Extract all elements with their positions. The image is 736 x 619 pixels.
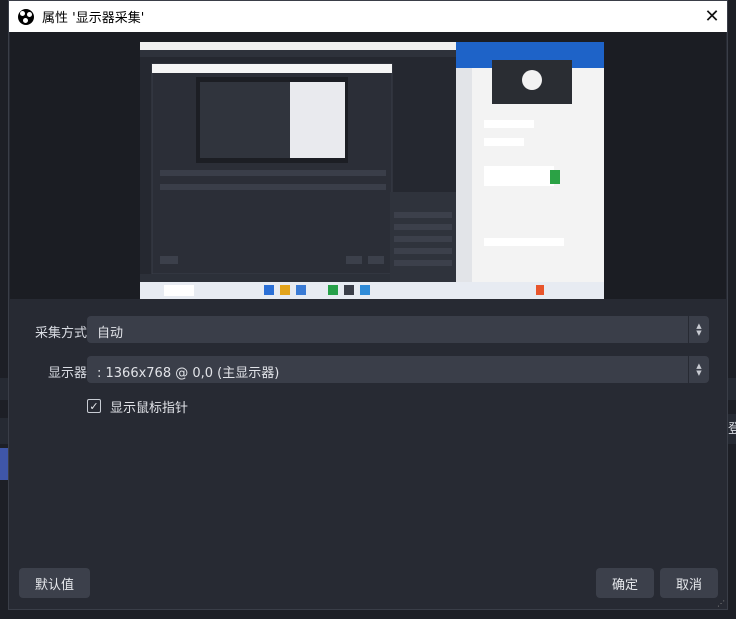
background-selected-item: [0, 448, 8, 480]
capture-method-row: 采集方式 自动 ▲ ▼: [9, 316, 727, 345]
checkmark-icon: ✓: [89, 399, 99, 413]
obs-icon: [18, 8, 34, 25]
show-cursor-row: ✓ 显示鼠标指针: [87, 396, 188, 416]
title-bar: 属性 '显示器采集' ✕: [9, 1, 727, 32]
background-edge-text: 登: [728, 422, 736, 437]
display-label: 显示器: [47, 366, 87, 381]
capture-method-value: 自动: [97, 326, 124, 341]
background-right-panel-1: [728, 378, 736, 400]
display-row: 显示器 : 1366x768 @ 0,0 (主显示器) ▲ ▼: [9, 356, 727, 385]
show-cursor-checkbox[interactable]: ✓: [87, 399, 101, 413]
chevron-updown-icon: ▲ ▼: [688, 316, 709, 343]
preview-area: [10, 32, 726, 299]
display-value: : 1366x768 @ 0,0 (主显示器): [97, 366, 280, 381]
display-select[interactable]: : 1366x768 @ 0,0 (主显示器) ▲ ▼: [87, 356, 709, 383]
defaults-button[interactable]: 默认值: [19, 568, 90, 598]
show-cursor-label[interactable]: 显示鼠标指针: [110, 397, 188, 416]
properties-dialog: 属性 '显示器采集' ✕ 采集方式 自动 ▲ ▼ 显示器: 1366x768 …: [8, 0, 728, 610]
ok-button[interactable]: 确定: [596, 568, 654, 598]
resize-grip-icon[interactable]: ⋰: [717, 599, 725, 608]
background-panel-row-2: [0, 418, 8, 444]
screen-preview: [140, 42, 604, 299]
dialog-title: 属性 '显示器采集': [42, 11, 145, 26]
close-button[interactable]: ✕: [697, 1, 727, 32]
chevron-updown-icon: ▲ ▼: [688, 356, 709, 383]
close-icon: ✕: [704, 6, 720, 27]
screen-preview-graphic: [140, 42, 604, 299]
capture-method-label: 采集方式: [34, 326, 87, 341]
cancel-button[interactable]: 取消: [660, 568, 718, 598]
capture-method-select[interactable]: 自动 ▲ ▼: [87, 316, 709, 343]
background-panel-row-1: [0, 378, 8, 400]
